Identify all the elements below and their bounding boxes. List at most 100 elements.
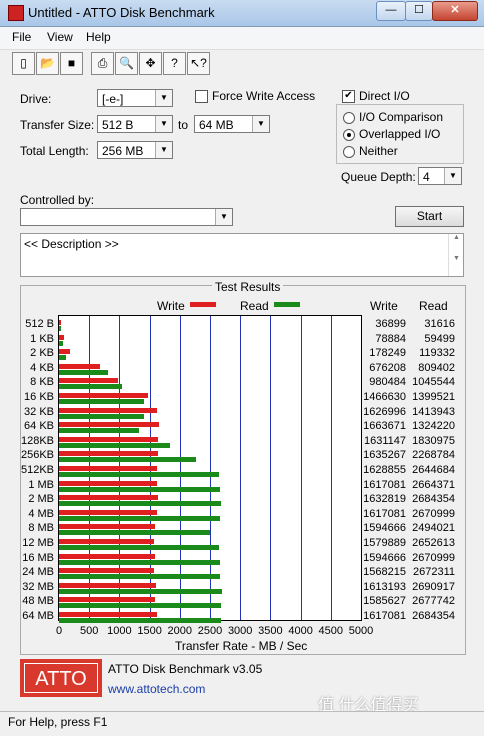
direct-io-checkbox[interactable]: ✔ <box>342 90 355 103</box>
chevron-down-icon: ▼ <box>215 209 232 225</box>
category-label: 4 MB <box>28 507 54 520</box>
menu-file[interactable]: File <box>12 30 31 44</box>
save-icon[interactable]: ■ <box>60 52 83 75</box>
chevron-down-icon: ▼ <box>252 116 269 132</box>
read-bar <box>59 501 222 507</box>
controlled-by-label: Controlled by: <box>20 193 95 207</box>
write-value: 1579889 <box>363 537 406 549</box>
drive-select[interactable]: [-e-] ▼ <box>97 89 173 107</box>
write-bar <box>59 363 100 369</box>
chart-title: Test Results <box>212 280 284 294</box>
product-version: ATTO Disk Benchmark v3.05 <box>108 662 263 676</box>
force-write-checkbox[interactable] <box>195 90 208 103</box>
write-bar <box>59 334 64 340</box>
read-value: 1399521 <box>412 391 455 403</box>
write-bar <box>59 451 158 457</box>
read-value: 119332 <box>419 347 455 360</box>
gridline <box>270 316 272 620</box>
force-write-label: Force Write Access <box>212 89 316 103</box>
neither-radio[interactable] <box>343 146 355 158</box>
chevron-down-icon: ▼ <box>444 168 461 184</box>
direct-io-label: Direct I/O <box>359 89 410 103</box>
print-icon[interactable]: ⎙ <box>91 52 114 75</box>
read-bar <box>59 355 67 361</box>
maximize-button[interactable]: ☐ <box>405 1 433 21</box>
overlapped-io-radio[interactable] <box>343 129 355 141</box>
new-file-icon[interactable]: ▯ <box>12 52 35 75</box>
start-button[interactable]: Start <box>395 206 464 227</box>
read-bar <box>59 574 221 580</box>
io-comparison-label: I/O Comparison <box>359 110 444 124</box>
write-value: 1663671 <box>363 420 406 433</box>
description-scrollbar[interactable]: ▲ ▼ <box>448 234 464 276</box>
category-label: 8 KB <box>30 376 54 389</box>
total-length-select[interactable]: 256 MB ▼ <box>97 141 173 159</box>
write-bar <box>59 597 155 603</box>
menu-view[interactable]: View <box>47 30 73 44</box>
print-preview-icon[interactable]: 🔍 <box>115 52 138 75</box>
open-folder-icon[interactable]: 📂 <box>36 52 59 75</box>
category-label: 8 MB <box>28 522 54 535</box>
read-bar <box>59 384 123 390</box>
write-value: 1585627 <box>363 595 406 608</box>
overlapped-io-label: Overlapped I/O <box>359 127 441 141</box>
status-text: For Help, press F1 <box>8 715 108 729</box>
category-label: 4 KB <box>30 361 54 374</box>
read-bar <box>59 428 139 434</box>
transfer-from-select[interactable]: 512 B ▼ <box>97 115 173 133</box>
category-label: 512 B <box>25 318 54 330</box>
write-value: 1635267 <box>363 449 406 462</box>
write-value: 1626996 <box>363 405 406 418</box>
write-bar <box>59 407 158 413</box>
write-value: 1617081 <box>363 507 406 520</box>
read-value: 2670999 <box>412 507 455 520</box>
legend-read-label: Read <box>240 299 269 313</box>
x-axis-label: Transfer Rate - MB / Sec <box>175 639 308 653</box>
write-value: 1628855 <box>363 464 406 476</box>
queue-depth-select[interactable]: 4 ▼ <box>418 167 462 185</box>
read-value: 2644684 <box>412 464 455 476</box>
close-button[interactable]: ✕ <box>432 1 478 21</box>
website-link[interactable]: www.attotech.com <box>108 682 205 696</box>
transfer-to-select[interactable]: 64 MB ▼ <box>194 115 270 133</box>
write-bar <box>59 480 157 486</box>
drive-label: Drive: <box>20 92 52 106</box>
category-label: 32 KB <box>24 405 54 418</box>
transfer-size-label: Transfer Size: <box>20 118 95 132</box>
minimize-button[interactable]: — <box>376 1 406 21</box>
controlled-by-select[interactable]: ▼ <box>20 208 233 226</box>
atto-logo-text: ATTO <box>24 663 98 693</box>
write-value: 36899 <box>375 318 406 330</box>
read-bar <box>59 545 220 550</box>
read-bar <box>59 369 108 375</box>
category-label: 32 MB <box>22 580 54 593</box>
to-label: to <box>178 118 189 132</box>
category-label: 16 MB <box>22 551 54 564</box>
write-column-header: Write <box>370 299 398 313</box>
category-label: 128KB <box>20 434 54 447</box>
context-help-icon[interactable]: ↖? <box>187 52 210 75</box>
read-value: 2664371 <box>412 478 455 491</box>
read-bar <box>59 457 197 463</box>
chevron-down-icon: ▼ <box>155 116 172 132</box>
write-value: 1632819 <box>363 493 406 506</box>
menu-help[interactable]: Help <box>86 30 111 44</box>
category-label: 512KB <box>20 464 54 476</box>
move-icon[interactable]: ✥ <box>139 52 162 75</box>
write-bar <box>59 422 160 428</box>
write-value: 1631147 <box>363 434 406 447</box>
write-value: 1466630 <box>363 391 406 403</box>
read-value: 2677742 <box>412 595 455 608</box>
legend-write-label: Write <box>157 299 185 313</box>
write-bar <box>59 349 70 355</box>
read-bar <box>59 413 145 419</box>
read-bar <box>59 618 222 623</box>
write-bar <box>59 524 156 530</box>
read-bar <box>59 486 220 492</box>
help-icon[interactable]: ? <box>163 52 186 75</box>
io-comparison-radio[interactable] <box>343 112 355 124</box>
write-value: 1617081 <box>363 478 406 491</box>
category-label: 2 MB <box>28 493 54 506</box>
read-value: 2684354 <box>412 610 455 622</box>
read-value: 2494021 <box>412 522 455 535</box>
